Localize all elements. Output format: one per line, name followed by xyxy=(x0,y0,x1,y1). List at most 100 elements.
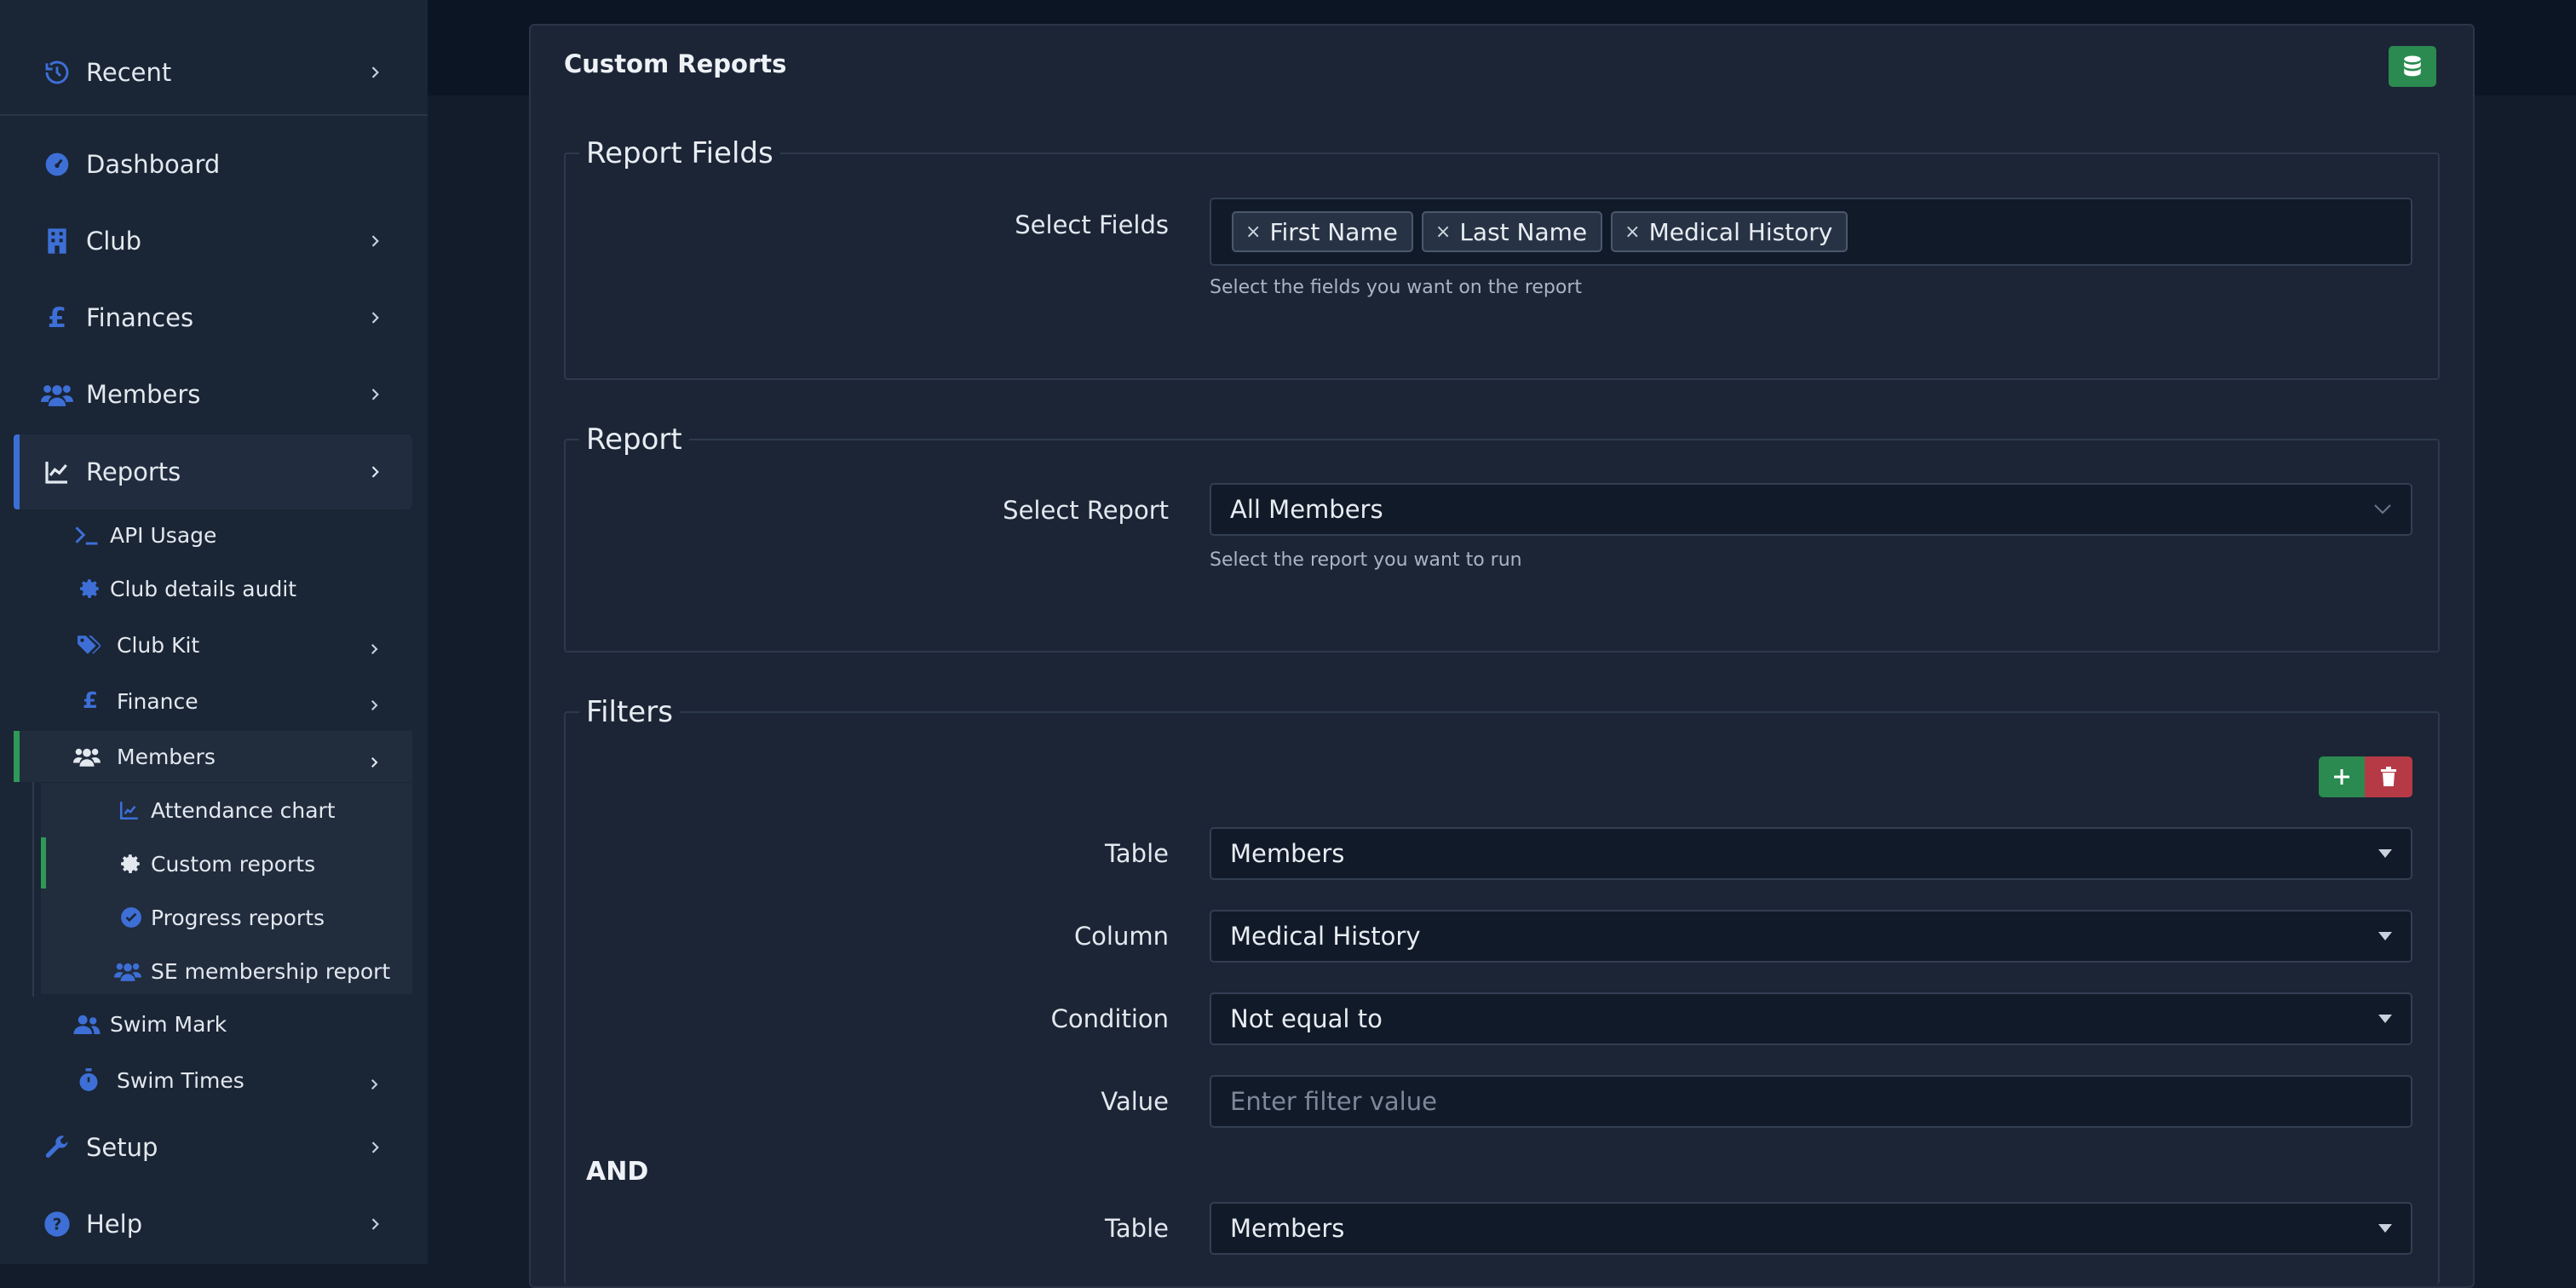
building-icon xyxy=(41,225,73,257)
caret-down-icon xyxy=(2378,1204,2392,1253)
gauge-icon xyxy=(41,148,73,181)
sidebar-item-label: API Usage xyxy=(110,522,217,548)
users-icon xyxy=(114,957,141,985)
sidebar-item-label: Finance xyxy=(117,688,198,714)
sidebar-item-attendance-chart[interactable]: Attendance chart xyxy=(0,785,428,836)
wrench-icon xyxy=(41,1131,73,1164)
caret-down-icon xyxy=(2378,829,2392,878)
sidebar-item-label: Recent xyxy=(86,58,172,87)
sidebar-item-dashboard[interactable]: Dashboard xyxy=(0,126,428,203)
sidebar-item-setup[interactable]: Setup xyxy=(0,1109,428,1186)
page-title: Custom Reports xyxy=(564,49,787,78)
select-report-help: Select the report you want to run xyxy=(1210,549,1522,571)
column-select[interactable]: Medical History xyxy=(1210,910,2412,963)
report-fields-legend: Report Fields xyxy=(586,136,773,170)
sidebar: Recent Dashboard Club £ Finances Members… xyxy=(0,0,428,1264)
add-filter-button[interactable] xyxy=(2319,756,2365,797)
select-fields-input[interactable]: × First Name × Last Name × Medical History xyxy=(1210,198,2412,266)
select-report-dropdown[interactable]: All Members xyxy=(1210,483,2412,536)
field-tag[interactable]: × Last Name xyxy=(1421,211,1603,252)
table-label: Table xyxy=(1105,1214,1169,1243)
sidebar-divider xyxy=(0,114,428,116)
users-icon xyxy=(41,378,73,411)
caret-down-icon xyxy=(2378,994,2392,1044)
svg-text:?: ? xyxy=(53,1216,62,1234)
sidebar-item-recent[interactable]: Recent xyxy=(0,34,428,111)
run-report-button[interactable] xyxy=(2389,46,2436,87)
sidebar-item-club[interactable]: Club xyxy=(0,203,428,279)
table-select-2[interactable]: Members xyxy=(1210,1202,2412,1255)
condition-label: Condition xyxy=(1050,1004,1169,1033)
sidebar-item-reports[interactable]: Reports xyxy=(0,434,428,510)
sidebar-item-swim-mark[interactable]: Swim Mark xyxy=(0,998,428,1049)
sidebar-item-help[interactable]: ? Help xyxy=(0,1186,428,1262)
table-label: Table xyxy=(1105,839,1169,868)
report-fieldset: Report xyxy=(564,423,2440,653)
condition-select[interactable]: Not equal to xyxy=(1210,992,2412,1045)
filters-legend: Filters xyxy=(586,695,673,729)
chevron-right-icon xyxy=(365,640,383,658)
sidebar-item-label: Members xyxy=(117,744,216,769)
tags-icon xyxy=(75,631,102,658)
terminal-icon xyxy=(73,521,101,549)
line-chart-icon xyxy=(41,456,73,488)
select-fields-help: Select the fields you want on the report xyxy=(1210,277,1583,298)
sidebar-item-label: Finances xyxy=(86,303,194,332)
chevron-right-icon xyxy=(365,1075,383,1094)
value-label: Value xyxy=(1101,1087,1169,1116)
select-fields-label: Select Fields xyxy=(1015,210,1169,239)
chevron-right-icon xyxy=(365,696,383,715)
delete-filter-button[interactable] xyxy=(2365,756,2412,797)
field-tag[interactable]: × Medical History xyxy=(1611,211,1849,252)
filter-value-input[interactable]: Enter filter value xyxy=(1210,1075,2412,1128)
chevron-right-icon xyxy=(365,62,385,83)
stopwatch-icon xyxy=(75,1067,102,1094)
pound-icon: £ xyxy=(47,302,67,334)
caret-down-icon xyxy=(2378,911,2392,961)
question-circle-icon: ? xyxy=(41,1208,73,1240)
field-tag[interactable]: × First Name xyxy=(1232,211,1413,252)
sidebar-item-progress-reports[interactable]: Progress reports xyxy=(0,892,428,943)
sidebar-item-label: Dashboard xyxy=(86,150,221,179)
table-select[interactable]: Members xyxy=(1210,827,2412,880)
remove-tag-icon[interactable]: × xyxy=(1435,221,1451,243)
history-icon xyxy=(41,56,73,89)
sidebar-item-label: Swim Times xyxy=(117,1067,244,1093)
plus-icon xyxy=(2334,769,2349,785)
sidebar-item-club-details-audit[interactable]: Club details audit xyxy=(0,563,428,614)
chevron-right-icon xyxy=(365,384,385,405)
gear-icon xyxy=(118,850,145,877)
chevron-down-icon xyxy=(2373,485,2392,534)
database-icon xyxy=(2404,55,2421,77)
sidebar-item-label: Reports xyxy=(86,457,181,486)
sidebar-item-finances[interactable]: £ Finances xyxy=(0,279,428,356)
pound-icon: £ xyxy=(82,688,99,714)
filters-fieldset: Filters xyxy=(564,695,2440,1285)
sidebar-item-members-reports[interactable]: Members xyxy=(0,731,428,782)
select-report-label: Select Report xyxy=(1003,496,1169,525)
column-label: Column xyxy=(1073,922,1169,951)
remove-tag-icon[interactable]: × xyxy=(1624,221,1640,243)
sidebar-item-club-kit[interactable]: Club Kit xyxy=(0,619,428,670)
sidebar-item-se-membership-report[interactable]: SE membership report xyxy=(0,946,428,997)
chevron-right-icon xyxy=(365,1214,385,1234)
sidebar-item-api-usage[interactable]: API Usage xyxy=(0,509,428,561)
sidebar-item-finance[interactable]: £ Finance xyxy=(0,676,428,727)
chevron-right-icon xyxy=(365,753,383,772)
sidebar-item-swim-times[interactable]: Swim Times xyxy=(0,1055,428,1106)
gear-icon xyxy=(77,575,104,602)
sidebar-item-members[interactable]: Members xyxy=(0,356,428,433)
chevron-right-icon xyxy=(365,1137,385,1158)
user-group-icon xyxy=(73,1010,101,1038)
report-legend: Report xyxy=(586,423,682,457)
chevron-right-icon xyxy=(365,308,385,328)
sidebar-item-label: Members xyxy=(86,380,201,409)
sidebar-item-label: Club Kit xyxy=(117,632,200,658)
sidebar-item-label: SE membership report xyxy=(151,958,391,984)
sidebar-item-label: Swim Mark xyxy=(110,1011,227,1037)
sidebar-item-label: Custom reports xyxy=(151,851,316,877)
remove-tag-icon[interactable]: × xyxy=(1245,221,1261,243)
chevron-right-icon xyxy=(365,462,385,482)
sidebar-item-custom-reports[interactable]: Custom reports xyxy=(0,838,428,889)
sidebar-item-label: Setup xyxy=(86,1133,158,1162)
